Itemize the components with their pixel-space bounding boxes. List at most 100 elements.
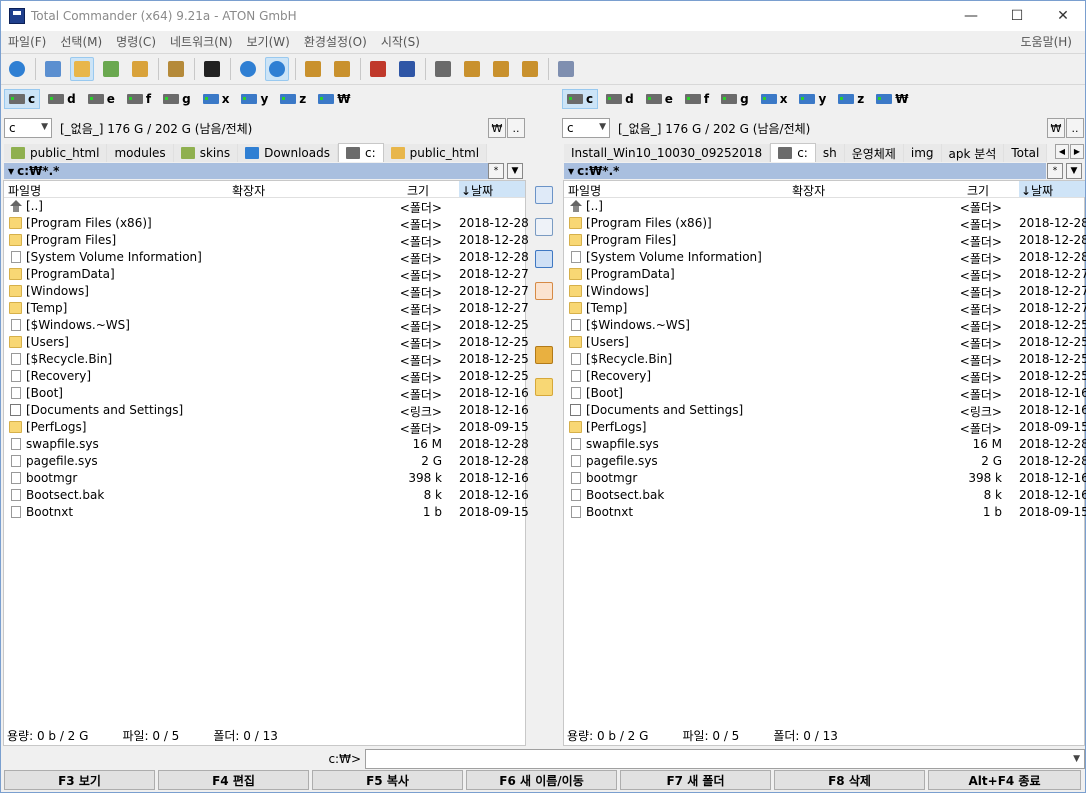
menu-item-help[interactable]: 도움말(H): [1013, 33, 1079, 50]
left-tab-5[interactable]: public_html: [383, 144, 488, 162]
col-date-header[interactable]: ↓날짜: [459, 181, 525, 198]
right-tab-5[interactable]: apk 분석: [941, 144, 1005, 162]
right-drive-button-0[interactable]: c: [562, 89, 599, 109]
file-row[interactable]: pagefile.sys 2 G 2018-12-28: [4, 453, 529, 470]
left-tab-4[interactable]: c:: [338, 143, 384, 162]
file-row[interactable]: [Users] <폴더> 2018-12-25: [4, 334, 529, 351]
file-row[interactable]: [$Windows.~WS] <폴더> 2018-12-25: [4, 317, 529, 334]
fkey-button-1[interactable]: F4 편집: [158, 770, 309, 790]
copy-files-icon[interactable]: [535, 250, 553, 268]
right-drive-button-1[interactable]: d: [602, 89, 638, 109]
fkey-button-6[interactable]: Alt+F4 종료: [928, 770, 1081, 790]
right-root-button[interactable]: ₩: [1047, 118, 1065, 138]
right-drive-button-6[interactable]: y: [795, 89, 830, 109]
file-row[interactable]: [System Volume Information] <폴더> 2018-12-2…: [564, 249, 1086, 266]
invert-selection-icon[interactable]: [164, 57, 188, 81]
file-row[interactable]: [Users] <폴더> 2018-12-25: [564, 334, 1086, 351]
file-row[interactable]: [Boot] <폴더> 2018-12-16: [564, 385, 1086, 402]
file-row[interactable]: [$Recycle.Bin] <폴더> 2018-12-25: [564, 351, 1086, 368]
file-row[interactable]: [Temp] <폴더> 2018-12-27: [564, 300, 1086, 317]
file-row[interactable]: [Documents and Settings] <링크> 2018-12-16: [564, 402, 1086, 419]
file-row[interactable]: Bootnxt 1 b 2018-09-15: [564, 504, 1086, 521]
file-row[interactable]: [Program Files (x86)] <폴더> 2018-12-28: [4, 215, 529, 232]
command-input[interactable]: ▼: [365, 749, 1085, 769]
back-icon[interactable]: [236, 57, 260, 81]
right-drive-button-2[interactable]: e: [642, 89, 677, 109]
fkey-button-5[interactable]: F8 삭제: [774, 770, 925, 790]
file-row[interactable]: [..] <폴더>: [4, 198, 525, 215]
file-row[interactable]: [Documents and Settings] <링크> 2018-12-16: [4, 402, 529, 419]
file-row[interactable]: [Program Files] <폴더> 2018-12-28: [564, 232, 1086, 249]
thumbnail-view-icon[interactable]: [99, 57, 123, 81]
file-row[interactable]: [ProgramData] <폴더> 2018-12-27: [4, 266, 529, 283]
left-favorites-button[interactable]: *: [488, 163, 504, 179]
menu-item-0[interactable]: 파일(F): [1, 33, 53, 50]
right-tab-2[interactable]: sh: [815, 144, 845, 162]
menu-item-1[interactable]: 선택(M): [53, 33, 109, 50]
menu-item-3[interactable]: 네트워크(N): [163, 33, 240, 50]
tree-view-icon[interactable]: [128, 57, 152, 81]
sync-dirs-icon[interactable]: [489, 57, 513, 81]
left-drive-button-0[interactable]: c: [4, 89, 41, 109]
pack-files-icon[interactable]: [535, 346, 553, 364]
file-row[interactable]: bootmgr 398 k 2018-12-16: [4, 470, 529, 487]
new-folder-icon[interactable]: [535, 378, 553, 396]
col-size-header[interactable]: 크기: [407, 182, 429, 199]
file-row[interactable]: [Windows] <폴더> 2018-12-27: [4, 283, 529, 300]
col-ext-header[interactable]: 확장자: [232, 182, 265, 199]
file-row[interactable]: Bootnxt 1 b 2018-09-15: [4, 504, 529, 521]
file-row[interactable]: Bootsect.bak 8 k 2018-12-16: [4, 487, 529, 504]
right-up-button[interactable]: ..: [1066, 118, 1084, 138]
left-drive-button-7[interactable]: z: [276, 89, 310, 109]
refresh-icon[interactable]: [5, 57, 29, 81]
right-tab-6[interactable]: Total: [1004, 144, 1048, 162]
col-name-header[interactable]: 파일명: [568, 182, 601, 199]
brief-view-icon[interactable]: [41, 57, 65, 81]
right-drive-button-7[interactable]: z: [834, 89, 868, 109]
right-drive-button-3[interactable]: f: [681, 89, 713, 109]
unpack-icon[interactable]: [330, 57, 354, 81]
fkey-button-4[interactable]: F7 새 폴더: [620, 770, 771, 790]
close-button[interactable]: ✕: [1040, 1, 1086, 31]
full-view-icon[interactable]: [70, 57, 94, 81]
left-drive-combo[interactable]: c ▼: [4, 118, 52, 138]
file-row[interactable]: [Program Files] <폴더> 2018-12-28: [4, 232, 529, 249]
menu-item-5[interactable]: 환경설정(O): [297, 33, 374, 50]
notepad-icon[interactable]: [554, 57, 578, 81]
file-row[interactable]: [Temp] <폴더> 2018-12-27: [4, 300, 529, 317]
toggle-hidden-icon[interactable]: [200, 57, 224, 81]
file-row[interactable]: [ProgramData] <폴더> 2018-12-27: [564, 266, 1086, 283]
file-row[interactable]: [Program Files (x86)] <폴더> 2018-12-28: [564, 215, 1086, 232]
menu-item-6[interactable]: 시작(S): [374, 33, 427, 50]
right-favorites-button[interactable]: *: [1047, 163, 1063, 179]
ftp-connect-icon[interactable]: [366, 57, 390, 81]
move-files-icon[interactable]: [535, 282, 553, 300]
right-drive-button-5[interactable]: x: [757, 89, 792, 109]
right-tab-3[interactable]: 운영체제: [844, 144, 904, 162]
file-row[interactable]: pagefile.sys 2 G 2018-12-28: [564, 453, 1086, 470]
left-tab-1[interactable]: modules: [107, 144, 174, 162]
find-files-icon[interactable]: [431, 57, 455, 81]
maximize-button[interactable]: ☐: [994, 1, 1040, 31]
file-row[interactable]: swapfile.sys 16 M 2018-12-28: [564, 436, 1086, 453]
right-drive-button-4[interactable]: g: [717, 89, 753, 109]
file-row[interactable]: [$Windows.~WS] <폴더> 2018-12-25: [564, 317, 1086, 334]
pack-icon[interactable]: [301, 57, 325, 81]
file-row[interactable]: [System Volume Information] <폴더> 2018-12-2…: [4, 249, 529, 266]
file-row[interactable]: [..] <폴더>: [564, 198, 1084, 215]
left-tab-0[interactable]: public_html: [4, 144, 108, 162]
menu-item-2[interactable]: 명령(C): [109, 33, 163, 50]
file-row[interactable]: [Windows] <폴더> 2018-12-27: [564, 283, 1086, 300]
file-row[interactable]: swapfile.sys 16 M 2018-12-28: [4, 436, 529, 453]
forward-icon[interactable]: [265, 57, 289, 81]
fkey-button-0[interactable]: F3 보기: [4, 770, 155, 790]
right-drive-button-8[interactable]: ₩: [872, 89, 912, 109]
left-history-button[interactable]: ▼: [507, 163, 523, 179]
left-tab-3[interactable]: Downloads: [238, 144, 338, 162]
tab-scroll-left-button[interactable]: ◀: [1055, 144, 1069, 159]
file-row[interactable]: [Boot] <폴더> 2018-12-16: [4, 385, 529, 402]
right-tab-1[interactable]: c:: [770, 143, 816, 162]
left-drive-button-8[interactable]: ₩: [314, 89, 354, 109]
left-up-button[interactable]: ..: [507, 118, 525, 138]
right-drive-combo[interactable]: c ▼: [562, 118, 610, 138]
